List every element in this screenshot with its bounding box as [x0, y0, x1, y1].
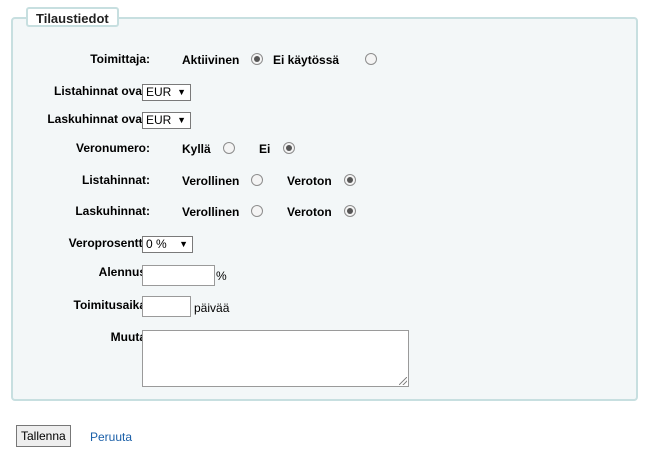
invoice-prices-currency-value: EUR — [146, 113, 172, 127]
invoice-prices-untaxed-label: Veroton — [287, 205, 332, 219]
list-prices-currency-select[interactable]: EUR ▼ — [142, 84, 191, 101]
invoice-prices-label: Laskuhinnat: — [75, 204, 150, 218]
supplier-inactive-label: Ei käytössä — [273, 53, 340, 67]
invoice-prices-untaxed-radio[interactable] — [344, 205, 356, 217]
list-prices-currency-value: EUR — [146, 85, 172, 99]
other-textarea[interactable] — [142, 330, 409, 387]
supplier-active-radio[interactable] — [251, 53, 263, 65]
discount-label: Alennus: — [98, 265, 150, 279]
supplier-active-label: Aktiivinen — [182, 53, 240, 67]
list-prices-taxed-radio[interactable] — [251, 174, 263, 186]
supplier-inactive-radio[interactable] — [365, 53, 377, 65]
save-button[interactable]: Tallenna — [16, 425, 71, 447]
chevron-down-icon: ▼ — [177, 87, 186, 97]
list-prices-currency-label: Listahinnat ovat: — [53, 84, 150, 98]
tax-rate-label: Veroprosentti: — [68, 236, 150, 250]
tax-number-no-radio[interactable] — [283, 142, 295, 154]
tax-number-label: Veronumero: — [75, 141, 150, 155]
supplier-label: Toimittaja: — [90, 52, 150, 66]
chevron-down-icon: ▼ — [177, 115, 186, 125]
cancel-link[interactable]: Peruuta — [90, 429, 132, 445]
delivery-time-unit: päivää — [194, 301, 230, 315]
discount-unit: % — [216, 269, 227, 283]
delivery-time-input[interactable] — [142, 296, 191, 317]
discount-input[interactable] — [142, 265, 215, 286]
invoice-prices-currency-select[interactable]: EUR ▼ — [142, 112, 191, 129]
tax-rate-value: 0 % — [146, 237, 167, 251]
resize-grip-icon[interactable] — [399, 377, 407, 385]
list-prices-untaxed-label: Veroton — [287, 174, 332, 188]
tax-number-no-label: Ei — [259, 142, 271, 156]
invoice-prices-taxed-radio[interactable] — [251, 205, 263, 217]
chevron-down-icon: ▼ — [179, 239, 188, 249]
delivery-time-label: Toimitusaika: — [73, 298, 150, 312]
invoice-prices-taxed-label: Verollinen — [182, 205, 240, 219]
list-prices-untaxed-radio[interactable] — [344, 174, 356, 186]
tax-number-yes-radio[interactable] — [223, 142, 235, 154]
fieldset-legend: Tilaustiedot — [26, 7, 119, 27]
other-label: Muuta: — [110, 330, 150, 344]
tax-rate-select[interactable]: 0 % ▼ — [142, 236, 193, 253]
list-prices-taxed-label: Verollinen — [182, 174, 240, 188]
tax-number-yes-label: Kyllä — [182, 142, 211, 156]
invoice-prices-currency-label: Laskuhinnat ovat: — [47, 112, 150, 126]
list-prices-label: Listahinnat: — [82, 173, 150, 187]
